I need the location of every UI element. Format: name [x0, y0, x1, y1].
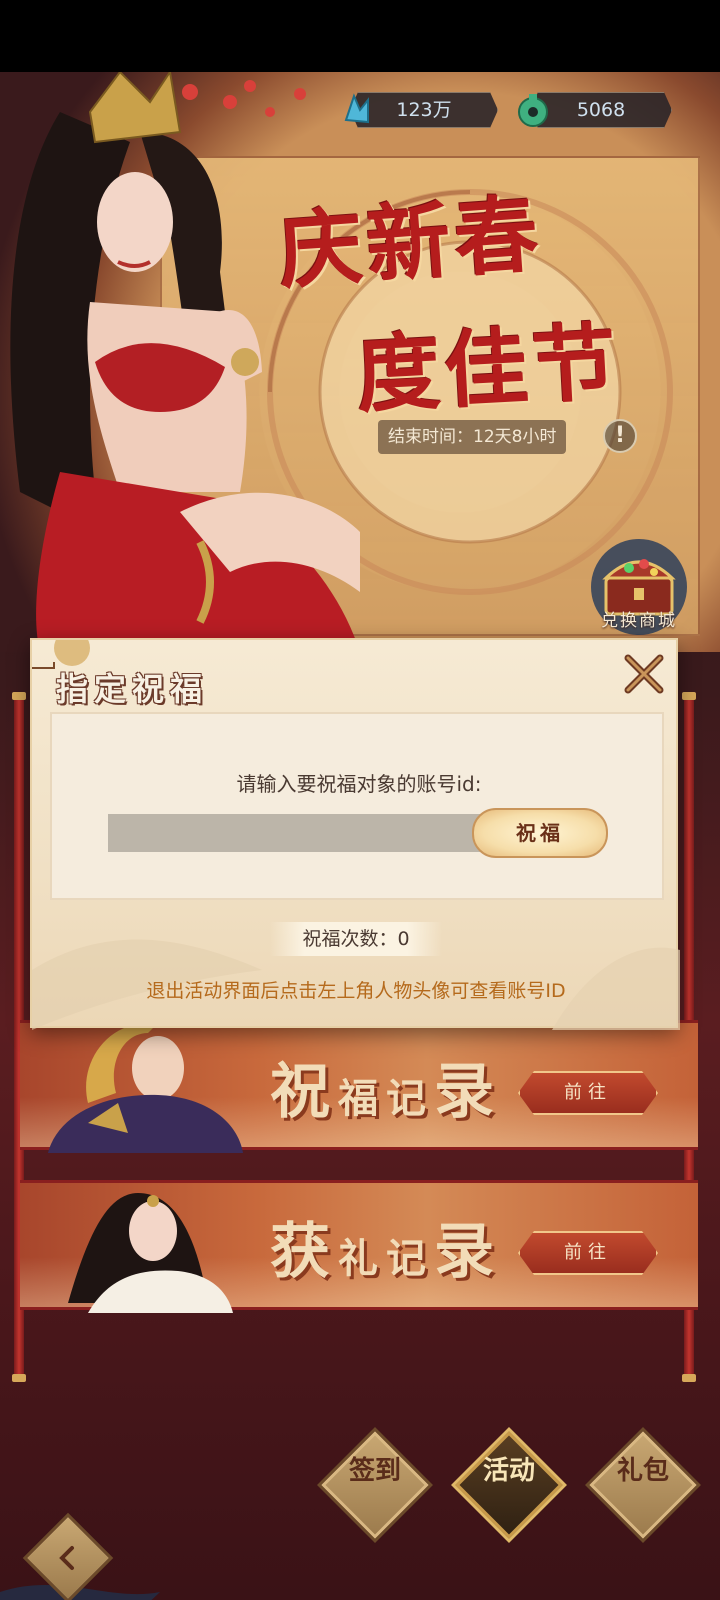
account-id-prompt: 请输入要祝福对象的账号id: [236, 772, 482, 796]
nav-gift[interactable]: 礼包 [588, 1456, 698, 1486]
goto-blessing-record-button[interactable]: 前往 [518, 1071, 658, 1115]
female-hero-portrait [68, 1193, 233, 1313]
blessing-record-row[interactable]: 祝福记录 前往 [20, 1020, 698, 1153]
goto-gift-record-button[interactable]: 前往 [518, 1231, 658, 1275]
dialog-title: 指定祝福 [56, 670, 209, 708]
title-char: 获 [270, 1217, 338, 1287]
bottom-wave-decor [0, 1585, 160, 1600]
title-char: 录 [434, 1217, 502, 1287]
blessing-record-title: 祝福记录 [270, 1043, 502, 1130]
status-bar [0, 0, 720, 72]
gift-record-row[interactable]: 获礼记录 前往 [20, 1180, 698, 1313]
event-banner: 庆新春 度佳节 结束时间：12天8小时 ! 兑换商城 [0, 72, 720, 652]
banner-title-line2: 度佳节 [353, 312, 623, 425]
close-x-icon[interactable] [622, 652, 666, 696]
activity-screen: 庆新春 度佳节 结束时间：12天8小时 ! 兑换商城 123万 5068 祝福记… [0, 72, 720, 1600]
title-char: 祝 [270, 1057, 338, 1127]
title-char: 福记 [338, 1075, 434, 1122]
gift-record-title: 获礼记录 [270, 1203, 502, 1290]
gem-icon [344, 93, 369, 124]
bless-button[interactable]: 祝福 [472, 808, 608, 858]
exchange-shop-label[interactable]: 兑换商城 [584, 606, 694, 631]
event-end-time: 结束时间：12天8小时 [378, 420, 567, 454]
title-char: 录 [434, 1057, 502, 1127]
back-arrow-icon [59, 1546, 74, 1570]
male-hero-portrait [48, 1023, 243, 1153]
designated-blessing-dialog: 指定祝福 请输入要祝福对象的账号id: 祝福 祝福次数：0 退出活动界面后点击左… [30, 638, 680, 1030]
bless-count: 祝福次数：0 [270, 922, 442, 956]
banner-title-line1: 庆新春 [275, 183, 546, 302]
title-char: 礼记 [338, 1235, 434, 1282]
heroine-illustration [10, 72, 360, 652]
jade-coin-icon [518, 94, 548, 127]
nav-activity[interactable]: 活动 [454, 1456, 564, 1486]
account-id-hint: 退出活动界面后点击左上角人物头像可查看账号ID [146, 980, 566, 1002]
dialog-content-panel: 请输入要祝福对象的账号id: 祝福 [50, 712, 664, 900]
info-icon[interactable]: ! [603, 419, 637, 453]
nav-sign-in[interactable]: 签到 [320, 1456, 430, 1486]
